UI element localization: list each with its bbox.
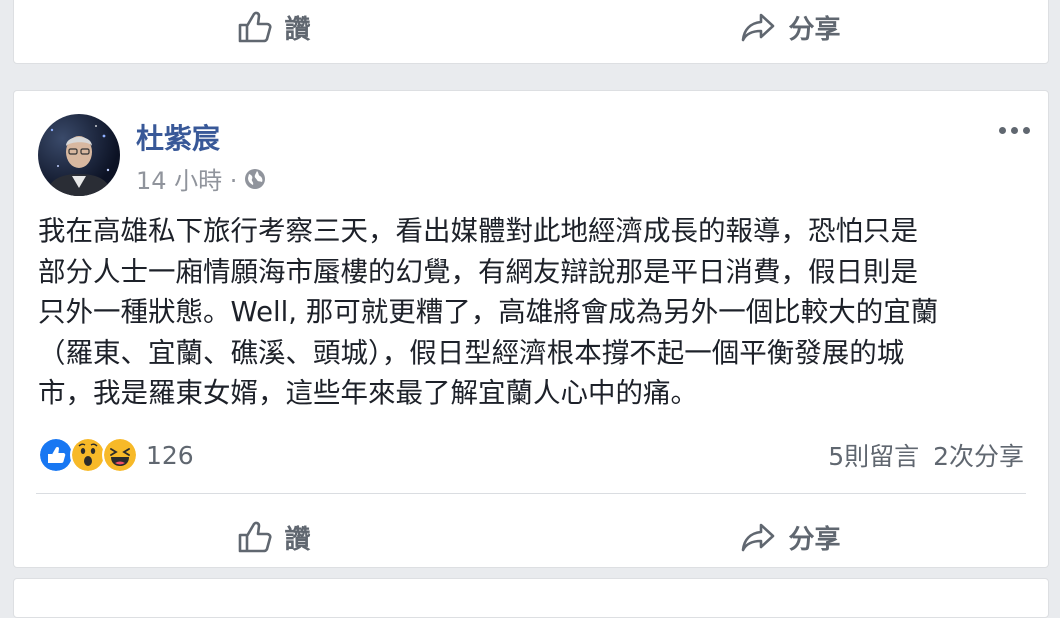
reaction-like-icon (38, 437, 74, 473)
post-text-line: 只外一種狀態。Well, 那可就更糟了，高雄將會成為另外一個比較大的宜蘭 (38, 296, 939, 328)
like-label: 讚 (284, 14, 311, 45)
share-icon (738, 517, 778, 557)
like-icon (234, 7, 274, 47)
post-text-line: 我在高雄私下旅行考察三天，看出媒體對此地經濟成長的報導，恐怕只是 (38, 215, 918, 247)
comments-count-link[interactable]: 5則留言 (828, 437, 919, 473)
author-name[interactable]: 杜紫宸 (136, 117, 220, 157)
like-button[interactable]: 讚 (14, 517, 531, 557)
share-button[interactable]: 分享 (531, 7, 1048, 47)
previous-post-card: 讚 分享 (13, 0, 1049, 64)
post-text-line: 市，我是羅東女婿，這些年來最了解宜蘭人心中的痛。 (38, 377, 698, 409)
reaction-haha-icon (102, 437, 138, 473)
previous-post-action-bar: 讚 分享 (14, 0, 1048, 57)
post-card: 杜紫宸 14 小時 · 我在高雄私下旅行考察三天，看出媒體對此地經濟成長的報導，… (13, 90, 1049, 568)
like-label: 讚 (284, 524, 311, 555)
reactions-summary[interactable]: 126 (38, 437, 194, 473)
reaction-count: 126 (146, 440, 194, 470)
reaction-wow-icon (70, 437, 106, 473)
avatar-image (46, 125, 112, 196)
like-button[interactable]: 讚 (14, 7, 531, 47)
post-stats: 5則留言 2次分享 (828, 437, 1024, 473)
globe-icon[interactable] (243, 167, 267, 191)
share-icon (738, 7, 778, 47)
share-label: 分享 (788, 14, 841, 45)
like-icon (234, 517, 274, 557)
avatar[interactable] (38, 114, 120, 196)
shares-count-link[interactable]: 2次分享 (933, 437, 1024, 473)
post-text-line: （羅東、宜蘭、礁溪、頭城），假日型經濟根本撐不起一個平衡發展的城 (38, 336, 905, 369)
share-button[interactable]: 分享 (531, 517, 1048, 557)
post-meta: 14 小時 · (136, 161, 267, 196)
share-label: 分享 (788, 524, 841, 555)
next-post-card (13, 578, 1049, 618)
post-action-bar: 讚 分享 (14, 507, 1048, 567)
post-text-line: 部分人士一廂情願海市蜃樓的幻覺，有網友辯說那是平日消費，假日則是 (38, 255, 918, 288)
post-text: 我在高雄私下旅行考察三天，看出媒體對此地經濟成長的報導，恐怕只是 部分人士一廂情… (38, 211, 1028, 414)
post-time[interactable]: 14 小時 · (136, 161, 237, 196)
divider (36, 493, 1026, 494)
more-options-icon[interactable] (996, 115, 1032, 145)
